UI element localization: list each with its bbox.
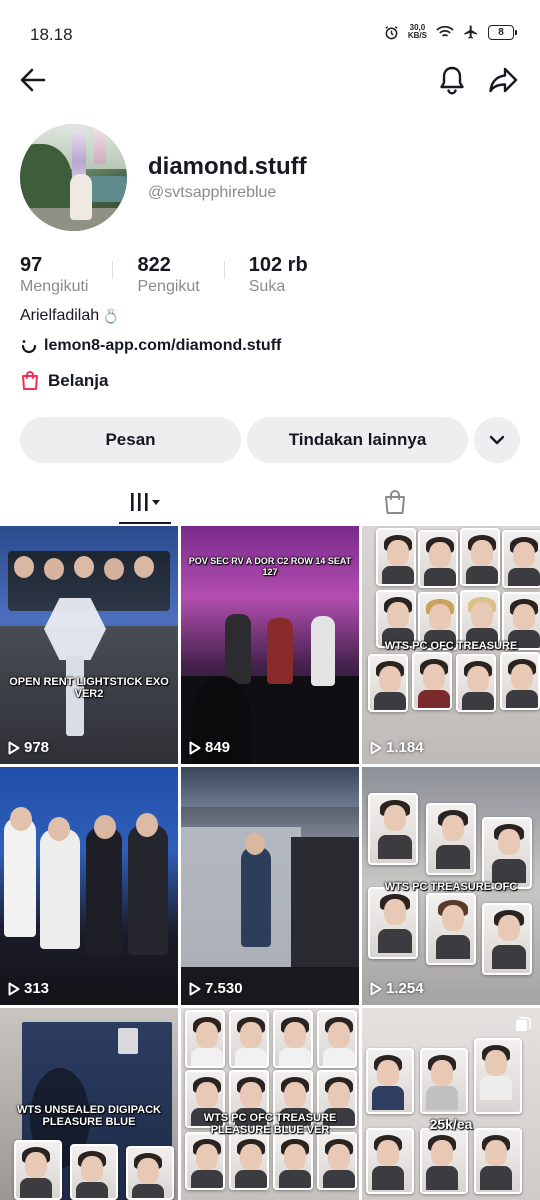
shopping-bag-icon: [22, 371, 38, 390]
profile-bio: Arielfadilah 💍: [20, 307, 120, 325]
wifi-icon: [436, 25, 454, 37]
stat-followers[interactable]: 822 Pengikut: [137, 254, 199, 296]
bio-text: Arielfadilah: [20, 307, 100, 324]
view-count-value: 1.184: [386, 739, 424, 756]
play-icon: [370, 982, 382, 995]
view-count: 7.530: [189, 980, 243, 997]
video-tile[interactable]: POV SEC RV A DOR C2 ROW 14 SEAT 127 849: [181, 526, 359, 764]
profile-link-text: lemon8-app.com/diamond.stuff: [44, 337, 282, 354]
video-tile[interactable]: WTS PC OFC TREASURE PLEASURE BLUE VER: [181, 1008, 359, 1200]
video-caption: WTS PC OFC TREASURE: [384, 640, 518, 652]
stat-value: 102 rb: [248, 254, 308, 276]
status-icons: 30,0 KB/S 8: [384, 24, 517, 40]
chevron-down-icon: [489, 435, 505, 445]
shopping-bag-icon: [385, 490, 405, 514]
stat-divider: [223, 261, 225, 279]
play-icon: [189, 982, 201, 995]
status-time: 18.18: [30, 25, 73, 44]
video-caption: WTS PC OFC TREASURE PLEASURE BLUE VER: [203, 1112, 337, 1136]
video-tile[interactable]: WTS PC TREASURE OFC 1.254: [362, 767, 540, 1005]
view-count-value: 849: [205, 739, 231, 756]
more-actions-label: Tindakan lainnya: [288, 430, 427, 449]
profile-handle: @svtsapphireblue: [148, 184, 277, 201]
view-count-value: 313: [24, 980, 50, 997]
play-icon: [189, 741, 201, 754]
ring-emoji: 💍: [102, 307, 120, 324]
stat-label: Mengikuti: [20, 278, 89, 295]
network-speed-unit: KB/S: [407, 31, 427, 40]
video-caption: 25k/ea: [429, 1116, 473, 1132]
view-count-value: 1.254: [386, 980, 424, 997]
network-speed: 30,0 KB/S: [408, 24, 427, 40]
stat-divider: [112, 261, 114, 279]
profile-username: diamond.stuff: [148, 153, 307, 180]
share-button[interactable]: [485, 62, 521, 98]
multi-image-icon: [516, 1017, 531, 1031]
play-icon: [370, 741, 382, 754]
shop-link[interactable]: Belanja: [20, 370, 108, 391]
back-arrow-icon: [20, 68, 46, 92]
video-tile[interactable]: 25k/ea: [362, 1008, 540, 1200]
profile-tabs: [0, 478, 540, 526]
video-tile[interactable]: 7.530: [181, 767, 359, 1005]
message-button-label: Pesan: [105, 430, 156, 449]
bell-icon: [440, 66, 464, 95]
view-count: 1.254: [370, 980, 424, 997]
profile-link[interactable]: lemon8-app.com/diamond.stuff: [20, 337, 281, 355]
alarm-icon: [385, 25, 398, 39]
notification-button[interactable]: [434, 62, 470, 98]
tab-videos[interactable]: [90, 478, 200, 526]
video-tile[interactable]: 313: [0, 767, 178, 1005]
video-caption: WTS UNSEALED DIGIPACK PLEASURE BLUE: [16, 1104, 162, 1128]
play-icon: [8, 741, 20, 754]
stat-value: 97: [20, 254, 43, 276]
share-arrow-icon: [489, 67, 518, 93]
view-count: 849: [189, 739, 230, 756]
video-caption: WTS PC TREASURE OFC: [384, 881, 518, 893]
status-bar: 18.18 30,0 KB/S 8: [0, 0, 540, 62]
message-button[interactable]: Pesan: [20, 417, 241, 463]
battery-indicator: 8: [488, 24, 517, 40]
profile-stats: 97 Mengikuti 822 Pengikut 102 rb Suka: [20, 254, 308, 296]
grid-icon: [131, 493, 160, 511]
airplane-icon: [464, 25, 477, 39]
view-count: 978: [8, 739, 49, 756]
video-caption: POV SEC RV A DOR C2 ROW 14 SEAT 127: [188, 556, 352, 577]
video-caption: OPEN RENT LIGHTSTICK EXO VER2: [9, 676, 169, 700]
expand-button[interactable]: [474, 417, 520, 463]
video-tile[interactable]: OPEN RENT LIGHTSTICK EXO VER2 978: [0, 526, 178, 764]
play-icon: [8, 982, 20, 995]
tab-shop[interactable]: [340, 478, 450, 526]
view-count: 313: [8, 980, 49, 997]
view-count-value: 978: [24, 739, 50, 756]
lemon8-smile-icon: [21, 340, 37, 354]
active-tab-indicator: [119, 522, 171, 524]
stat-following[interactable]: 97 Mengikuti: [20, 254, 88, 296]
top-nav: [0, 62, 540, 102]
profile-avatar[interactable]: [20, 124, 127, 231]
stat-value: 822: [137, 254, 171, 276]
stat-label: Suka: [248, 278, 286, 295]
back-button[interactable]: [15, 62, 51, 98]
view-count: 1.184: [370, 739, 424, 756]
shop-label: Belanja: [48, 370, 109, 390]
video-tile[interactable]: WTS UNSEALED DIGIPACK PLEASURE BLUE: [0, 1008, 178, 1200]
view-count-value: 7.530: [205, 980, 243, 997]
video-tile[interactable]: WTS PC OFC TREASURE 1.184: [362, 526, 540, 764]
stat-likes[interactable]: 102 rb Suka: [249, 254, 308, 296]
video-grid: OPEN RENT LIGHTSTICK EXO VER2 978 POV SE…: [0, 526, 540, 1200]
stat-label: Pengikut: [137, 278, 200, 295]
more-actions-button[interactable]: Tindakan lainnya: [247, 417, 468, 463]
